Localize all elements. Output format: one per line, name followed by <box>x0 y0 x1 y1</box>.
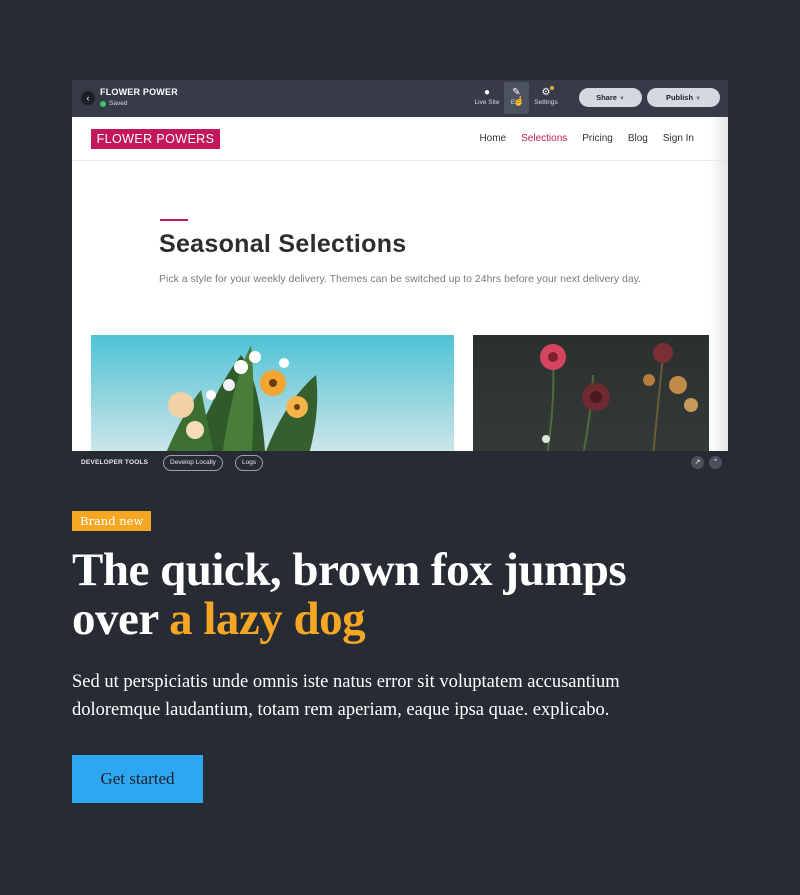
editor-topbar: ‹ FLOWER POWER Saved ● Live Site ✎ Edit … <box>72 80 728 117</box>
logs-button[interactable]: Logs <box>235 455 264 471</box>
share-label: Share <box>596 93 617 102</box>
live-site-label: Live Site <box>474 99 500 106</box>
dark-flowers-photo <box>473 335 709 455</box>
settings-label: Settings <box>534 99 558 106</box>
developer-tools-title: DEVELOPER TOOLS <box>81 459 149 466</box>
editor-screenshot: ‹ FLOWER POWER Saved ● Live Site ✎ Edit … <box>72 80 728 475</box>
preview-navbar: FLOWER POWERS Home Selections Pricing Bl… <box>72 117 728 161</box>
bouquet-illustration <box>165 345 318 455</box>
save-status-label: Saved <box>109 100 128 107</box>
share-button[interactable]: Share ▼ <box>579 88 642 107</box>
nav-selections[interactable]: Selections <box>521 133 567 144</box>
preview-title: Seasonal Selections <box>159 230 407 258</box>
gear-icon: ⚙ <box>541 87 551 98</box>
collapse-up-icon[interactable]: ⌃ <box>709 456 722 469</box>
preview-nav-links: Home Selections Pricing Blog Sign In <box>479 133 694 144</box>
globe-icon: ● <box>483 87 491 98</box>
publish-label: Publish <box>665 93 694 102</box>
hero-body: Sed ut perspiciatis unde omnis iste natu… <box>72 672 620 720</box>
preview-logo[interactable]: FLOWER POWERS <box>91 129 220 149</box>
headline-highlight: a lazy dog <box>169 593 366 645</box>
preview-description: Pick a style for your weekly delivery. T… <box>159 273 642 285</box>
site-name: FLOWER POWER <box>100 87 178 97</box>
nav-blog[interactable]: Blog <box>628 133 648 144</box>
chevron-down-icon: ▼ <box>695 96 702 102</box>
brand-new-badge: Brand new <box>72 511 152 531</box>
preview-edge-shadow <box>710 117 728 455</box>
nav-home[interactable]: Home <box>479 133 506 144</box>
developer-tools-bar: DEVELOPER TOOLS Develop Locally Logs ↗ ⌃ <box>72 451 728 475</box>
get-started-button[interactable]: Get started <box>72 755 203 803</box>
external-link-icon[interactable]: ↗ <box>691 456 704 469</box>
live-site-button[interactable]: ● Live Site <box>470 82 504 114</box>
hero-headline: The quick, brown fox jumps over a lazy d… <box>72 546 712 644</box>
back-icon[interactable]: ‹ <box>81 91 95 105</box>
settings-button[interactable]: ⚙ Settings <box>530 82 562 114</box>
save-status: Saved <box>100 100 127 107</box>
chevron-down-icon: ▼ <box>618 96 625 102</box>
nav-sign-in[interactable]: Sign In <box>663 133 694 144</box>
title-accent-line <box>160 219 188 221</box>
nav-pricing[interactable]: Pricing <box>582 133 613 144</box>
notification-dot <box>550 86 554 90</box>
publish-button[interactable]: Publish ▼ <box>647 88 720 107</box>
dark-flowers-illustration <box>540 343 698 455</box>
develop-locally-button[interactable]: Develop Locally <box>163 455 223 471</box>
bouquet-photo <box>91 335 454 455</box>
saved-check-icon <box>100 100 106 107</box>
pointer-cursor-icon: ☝ <box>513 96 525 106</box>
